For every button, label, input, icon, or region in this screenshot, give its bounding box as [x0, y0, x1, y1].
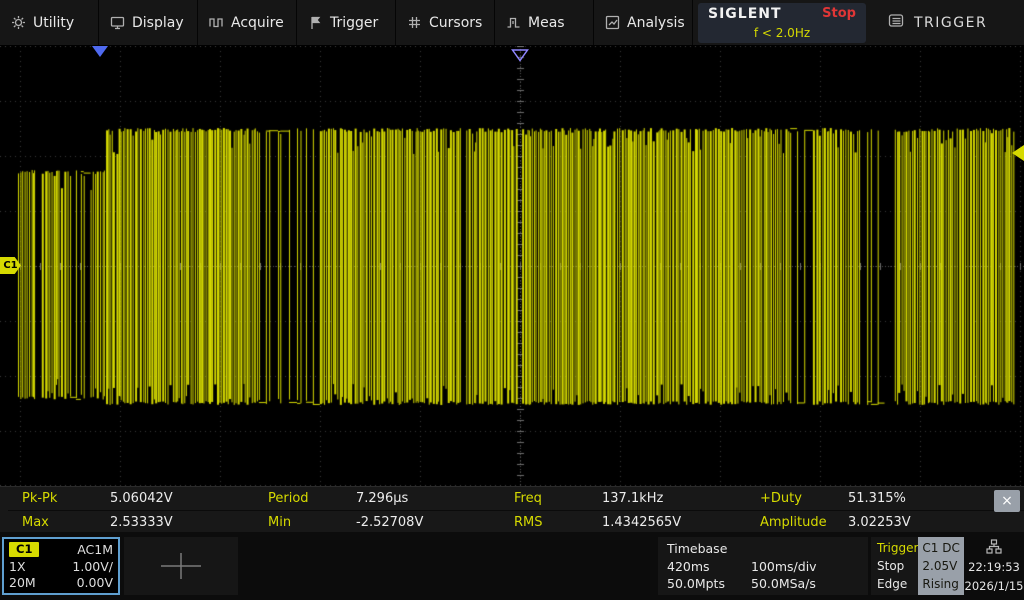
menu-item-label: Meas: [528, 14, 565, 31]
flag-icon: [308, 15, 323, 30]
timebase-scale: 100ms/div: [751, 558, 817, 574]
empty-channel-slot[interactable]: [124, 537, 238, 595]
trigger-status: Stop: [877, 559, 905, 573]
channel1-probe: 1X: [9, 558, 26, 574]
menu-item-meas[interactable]: Meas: [495, 0, 594, 45]
measurement-freq: Freq 137.1kHz: [500, 491, 746, 506]
trigger-level-marker[interactable]: [1012, 145, 1024, 161]
acquire-icon: [209, 15, 224, 30]
acquisition-status-panel[interactable]: SIGLENT Stop f < 2.0Hz: [698, 2, 866, 43]
measurement-label: Pk-Pk: [22, 491, 58, 506]
timebase-samplerate: 50.0MSa/s: [751, 576, 816, 591]
trigger-level: 2.05V: [922, 559, 958, 573]
clock-time: 22:19:53: [968, 559, 1020, 574]
trigger-source: C1 DC: [922, 541, 960, 555]
channel1-box[interactable]: C1 AC1M 1X 1.00V/ 20M 0.00V: [2, 537, 120, 595]
menu-item-acquire[interactable]: Acquire: [198, 0, 297, 45]
waveform-canvas[interactable]: [0, 46, 1024, 486]
analysis-icon: [605, 15, 620, 30]
menu-item-analysis[interactable]: Analysis: [594, 0, 693, 45]
timebase-box[interactable]: Timebase 420ms 100ms/div 50.0Mpts 50.0MS…: [658, 537, 868, 595]
menu-item-trigger[interactable]: Trigger: [297, 0, 396, 45]
cursors-icon: [407, 15, 422, 30]
trigger-menu-label: TRIGGER: [914, 14, 988, 31]
waveform-display[interactable]: C1: [0, 46, 1024, 486]
gear-icon: [11, 15, 26, 30]
measurement-period: Period 7.296µs: [254, 491, 500, 506]
measurement-panel: Pk-Pk 5.06042V Period 7.296µs Freq 137.1…: [0, 486, 1024, 532]
measurement-value: 5.06042V: [110, 491, 173, 506]
display-icon: [110, 15, 125, 30]
measurement-row: Pk-Pk 5.06042V Period 7.296µs Freq 137.1…: [8, 487, 1024, 510]
timebase-memory: 50.0Mpts: [667, 576, 725, 591]
menu-item-utility[interactable]: Utility: [0, 0, 99, 45]
menu-item-label: Display: [132, 14, 184, 31]
trigger-slope: Rising: [922, 577, 959, 591]
measurement-row: Max 2.53333V Min -2.52708V RMS 1.4342565…: [8, 510, 1024, 533]
channel1-chip[interactable]: C1: [9, 542, 40, 557]
measurement-label: RMS: [514, 514, 543, 530]
measurement-value: 7.296µs: [356, 491, 409, 506]
trigger-knob-icon: [888, 13, 904, 32]
meas-icon: [506, 15, 521, 30]
measurement-label: Max: [22, 514, 49, 530]
trigger-frequency: f < 2.0Hz: [753, 25, 811, 40]
acquisition-status: Stop: [822, 6, 856, 21]
trigger-delay-marker[interactable]: [511, 47, 529, 66]
measurement-value: 137.1kHz: [602, 491, 664, 506]
measurement-amplitude: Amplitude 3.02253V: [746, 515, 992, 530]
measurement-label: Amplitude: [760, 514, 827, 530]
status-bar: C1 AC1M 1X 1.00V/ 20M 0.00V Timebase 420…: [0, 532, 1024, 600]
measurement-duty: +Duty 51.315%: [746, 491, 992, 506]
measurement-value: 1.4342565V: [602, 514, 682, 530]
menu-item-display[interactable]: Display: [99, 0, 198, 45]
channel1-coupling: AC1M: [77, 542, 113, 557]
menu-bar: Utility Display Acquire Trigger Cursors: [0, 0, 1024, 46]
network-icon: [986, 539, 1002, 554]
measurement-value: 2.53333V: [110, 514, 173, 530]
measurement-label: Min: [268, 514, 292, 530]
measurement-min: Min -2.52708V: [254, 515, 500, 530]
measurement-value: 51.315%: [848, 491, 906, 506]
measurement-label: Period: [268, 491, 309, 506]
trigger-title: Trigger: [877, 541, 919, 555]
trigger-box[interactable]: Trigger Stop Edge C1 DC 2.05V Rising: [871, 537, 964, 595]
oscilloscope-screen: Utility Display Acquire Trigger Cursors: [0, 0, 1024, 600]
menu-item-label: Trigger: [330, 14, 379, 31]
clock-date: 2026/1/15: [964, 579, 1024, 593]
menu-item-trigger-panel[interactable]: TRIGGER: [866, 0, 1024, 45]
measurement-pkpk: Pk-Pk 5.06042V: [8, 491, 254, 506]
measurement-max: Max 2.53333V: [8, 515, 254, 530]
close-icon: ×: [1001, 493, 1013, 509]
timebase-delay: 420ms: [667, 558, 710, 574]
channel1-scale: 1.00V/: [72, 558, 113, 574]
clock-box: 22:19:53 2026/1/15: [964, 537, 1024, 595]
menu-item-label: Cursors: [429, 14, 483, 31]
close-measurements-button[interactable]: ×: [994, 490, 1020, 512]
measurement-value: -2.52708V: [356, 514, 424, 530]
menu-item-label: Acquire: [231, 14, 284, 31]
timebase-title: Timebase: [667, 541, 728, 556]
channel1-offset: 0.00V: [76, 575, 113, 590]
measurement-label: Freq: [514, 491, 542, 506]
menu-item-cursors[interactable]: Cursors: [396, 0, 495, 45]
plus-crosshair-icon: [161, 553, 201, 579]
measurement-label: +Duty: [760, 491, 802, 506]
brand-logo: SIGLENT: [708, 5, 782, 22]
trigger-position-marker[interactable]: [92, 46, 108, 57]
trigger-type: Edge: [877, 577, 908, 591]
menu-item-label: Utility: [33, 14, 75, 31]
measurement-rms: RMS 1.4342565V: [500, 515, 746, 530]
measurement-value: 3.02253V: [848, 514, 911, 530]
channel1-bandwidth: 20M: [9, 575, 36, 590]
menu-item-label: Analysis: [627, 14, 685, 31]
